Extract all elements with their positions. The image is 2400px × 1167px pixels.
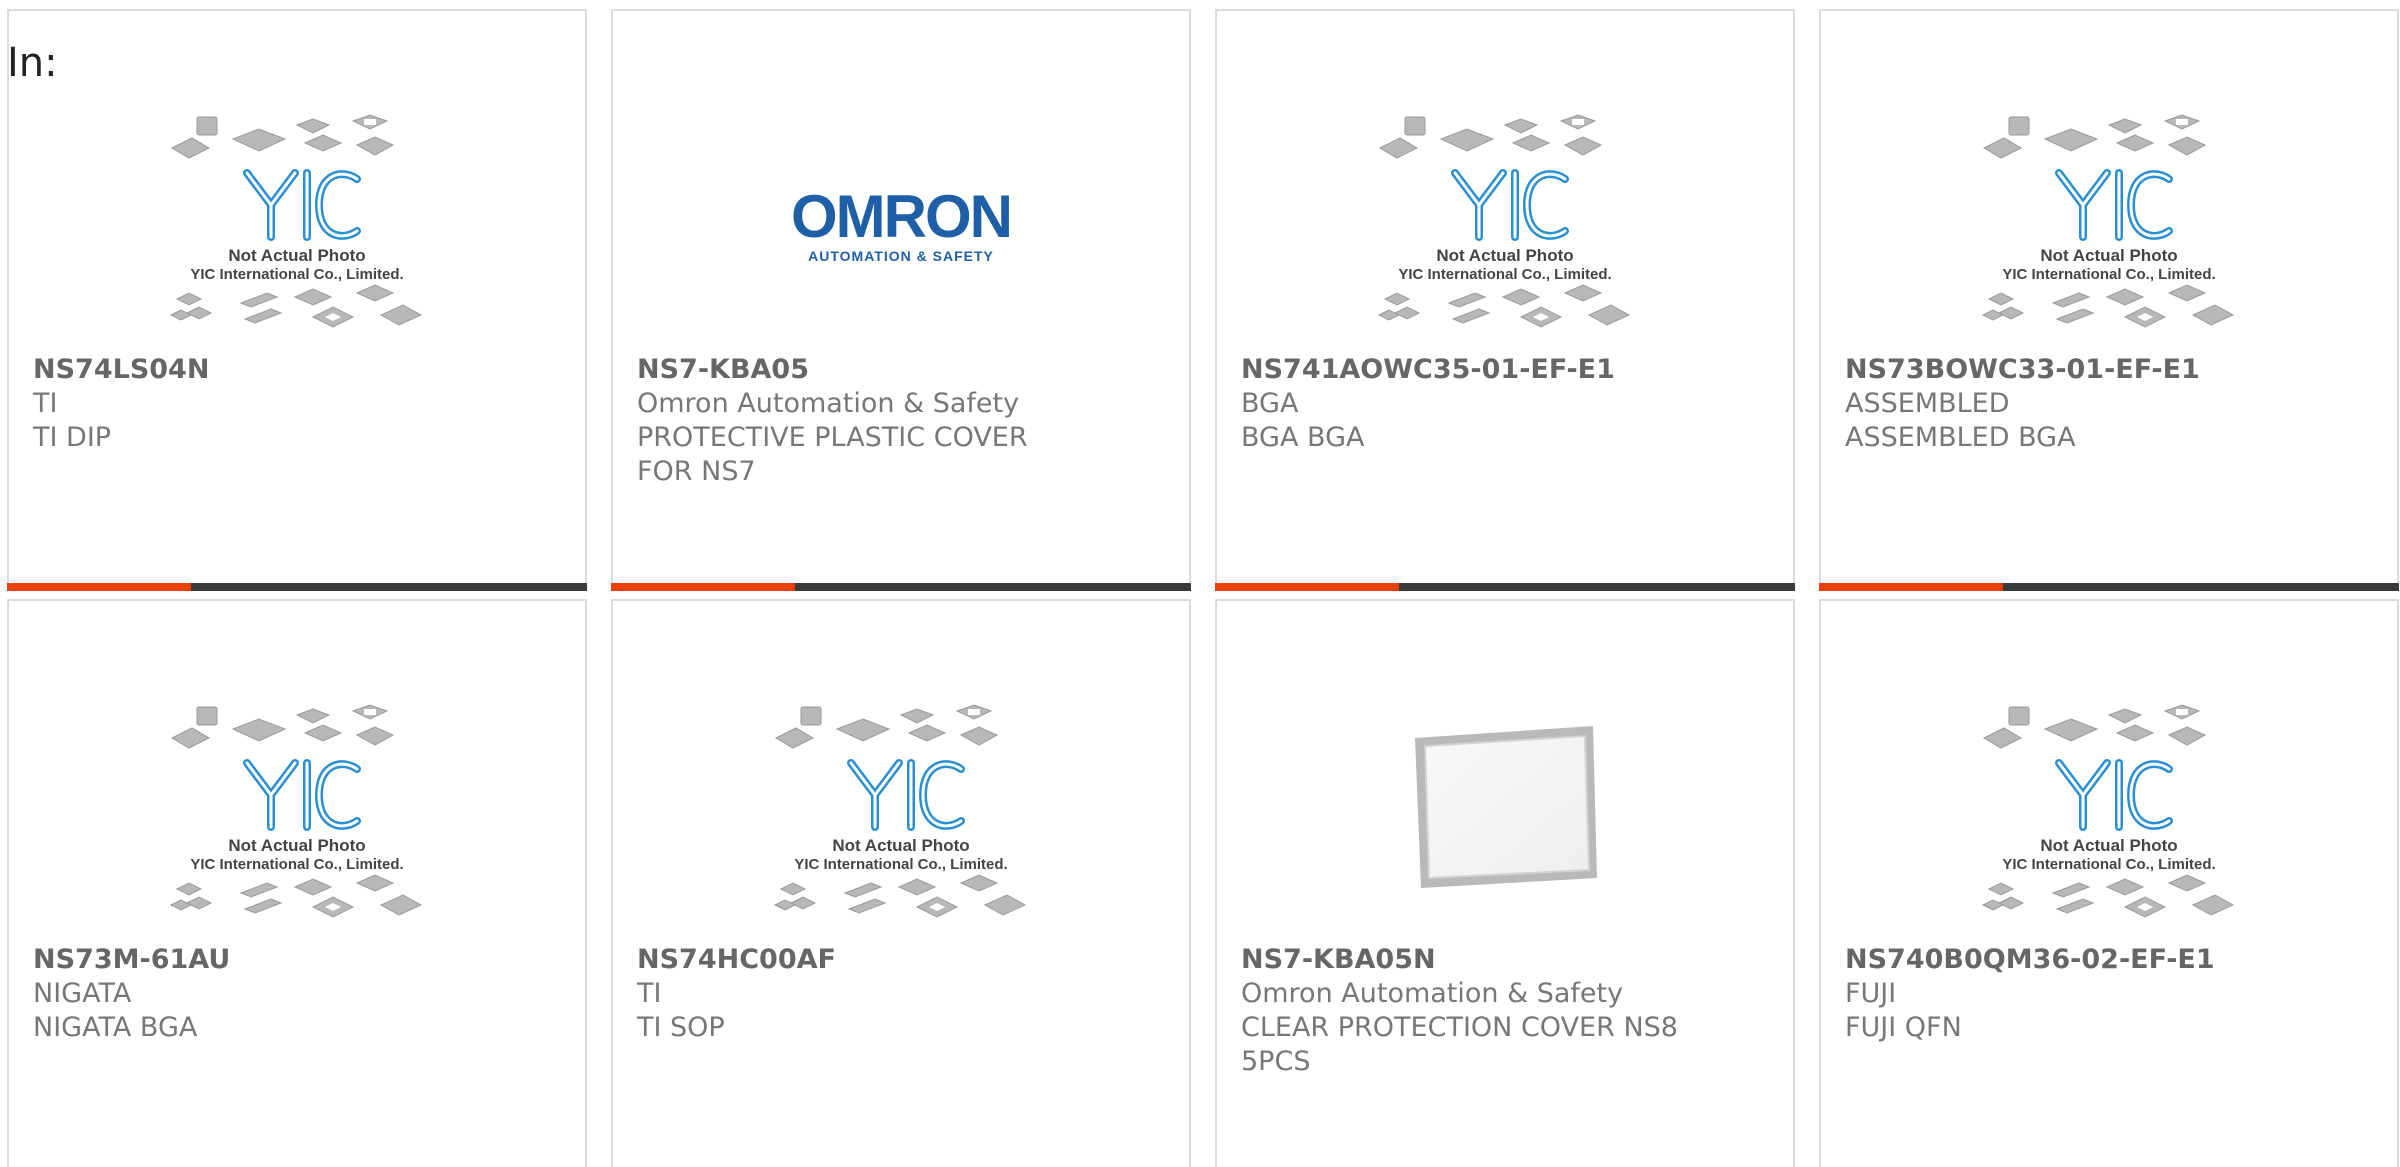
product-image[interactable]: Not Actual Photo YIC International Co., …: [613, 681, 1189, 951]
product-image[interactable]: Not Actual Photo YIC International Co., …: [1821, 91, 2397, 361]
card-accent-stripe: [1819, 583, 2003, 591]
not-actual-photo-caption: Not Actual Photo: [228, 836, 365, 855]
product-part-number[interactable]: NS7-KBA05N: [1241, 942, 1769, 977]
yic-logo-icon: [847, 759, 965, 831]
product-detail-line: Omron Automation & Safety: [637, 388, 1020, 419]
company-caption: YIC International Co., Limited.: [2002, 266, 2215, 283]
product-card[interactable]: Not Actual Photo YIC International Co., …: [1819, 599, 2399, 1167]
not-actual-photo-caption: Not Actual Photo: [1436, 246, 1573, 265]
yic-logo-icon: [243, 759, 361, 831]
yic-placeholder-image: Not Actual Photo YIC International Co., …: [1981, 704, 2235, 918]
product-info: NS740B0QM36-02-EF-E1 FUJI FUJI QFN: [1845, 942, 2373, 1045]
yic-placeholder-image: Not Actual Photo YIC International Co., …: [1981, 114, 2235, 328]
yic-placeholder-image: Not Actual Photo YIC International Co., …: [773, 704, 1027, 918]
product-detail-line: CLEAR PROTECTION COVER NS8: [1241, 1012, 1678, 1043]
company-caption: YIC International Co., Limited.: [1398, 266, 1611, 283]
not-actual-photo-caption: Not Actual Photo: [832, 836, 969, 855]
clear-cover-photo: [1415, 726, 1597, 888]
product-info: NS74HC00AF TI TI SOP: [637, 942, 1165, 1045]
product-part-number[interactable]: NS7-KBA05: [637, 352, 1165, 387]
product-detail-line: ASSEMBLED: [1845, 388, 2010, 419]
product-part-number[interactable]: NS741AOWC35-01-EF-E1: [1241, 352, 1769, 387]
product-detail-line: PROTECTIVE PLASTIC COVER: [637, 422, 1028, 453]
product-part-number[interactable]: NS74HC00AF: [637, 942, 1165, 977]
card-bottom-bar: [7, 583, 587, 591]
product-info: NS74LS04N TI TI DIP: [33, 352, 561, 455]
yic-logo-icon: [2055, 169, 2173, 241]
product-info: NS7-KBA05 Omron Automation & Safety PROTEC…: [637, 352, 1165, 489]
product-card[interactable]: Not Actual Photo YIC International Co., …: [1215, 9, 1795, 591]
omron-logo-wordmark: OMRON: [791, 183, 1011, 250]
product-card[interactable]: NS7-KBA05N Omron Automation & Safety CLEAR…: [1215, 599, 1795, 1167]
product-image[interactable]: Not Actual Photo YIC International Co., …: [9, 91, 585, 361]
product-card[interactable]: Not Actual Photo YIC International Co., …: [7, 599, 587, 1167]
product-detail-line: FUJI QFN: [1845, 1012, 1962, 1043]
product-detail-line: BGA BGA: [1241, 422, 1365, 453]
product-info: NS73BOWC33-01-EF-E1 ASSEMBLED ASSEMBLED BG…: [1845, 352, 2373, 455]
product-image[interactable]: [1217, 681, 1793, 951]
card-accent-stripe: [611, 583, 795, 591]
product-detail-line: NIGATA: [33, 978, 132, 1009]
omron-logo-tagline: AUTOMATION & SAFETY: [808, 248, 994, 264]
product-detail-line: 5PCS: [1241, 1046, 1311, 1077]
card-accent-stripe: [7, 583, 191, 591]
product-image[interactable]: OMRON AUTOMATION & SAFETY: [613, 91, 1189, 361]
product-info: NS73M-61AU NIGATA NIGATA BGA: [33, 942, 561, 1045]
card-bottom-bar: [611, 583, 1191, 591]
yic-logo-icon: [2055, 759, 2173, 831]
product-card[interactable]: Not Actual Photo YIC International Co., …: [7, 9, 587, 591]
product-detail-line: ASSEMBLED BGA: [1845, 422, 2076, 453]
product-detail-line: TI: [33, 388, 58, 419]
product-part-number[interactable]: NS73BOWC33-01-EF-E1: [1845, 352, 2373, 387]
product-detail-line: FOR NS7: [637, 456, 756, 487]
product-info: NS7-KBA05N Omron Automation & Safety CLEAR…: [1241, 942, 1769, 1079]
product-detail-line: TI SOP: [637, 1012, 725, 1043]
company-caption: YIC International Co., Limited.: [190, 266, 403, 283]
company-caption: YIC International Co., Limited.: [2002, 856, 2215, 873]
product-detail-line: NIGATA BGA: [33, 1012, 198, 1043]
product-detail-line: TI: [637, 978, 662, 1009]
product-card[interactable]: Not Actual Photo YIC International Co., …: [1819, 9, 2399, 591]
product-card[interactable]: OMRON AUTOMATION & SAFETY NS7-KBA05 Omron…: [611, 9, 1191, 591]
card-bottom-bar: [1215, 583, 1795, 591]
company-caption: YIC International Co., Limited.: [190, 856, 403, 873]
product-info: NS741AOWC35-01-EF-E1 BGA BGA BGA: [1241, 352, 1769, 455]
product-detail-line: BGA: [1241, 388, 1299, 419]
not-actual-photo-caption: Not Actual Photo: [228, 246, 365, 265]
product-part-number[interactable]: NS73M-61AU: [33, 942, 561, 977]
product-detail-line: FUJI: [1845, 978, 1897, 1009]
yic-placeholder-image: Not Actual Photo YIC International Co., …: [1377, 114, 1631, 328]
not-actual-photo-caption: Not Actual Photo: [2040, 836, 2177, 855]
not-actual-photo-caption: Not Actual Photo: [2040, 246, 2177, 265]
page: In: Not Actual Photo YIC International C…: [0, 0, 2400, 1167]
product-part-number[interactable]: NS74LS04N: [33, 352, 561, 387]
filter-label: In:: [7, 40, 58, 86]
product-detail-line: TI DIP: [33, 422, 112, 453]
product-image[interactable]: Not Actual Photo YIC International Co., …: [1821, 681, 2397, 951]
yic-logo-icon: [1451, 169, 1569, 241]
yic-logo-icon: [243, 169, 361, 241]
card-bottom-bar: [1819, 583, 2399, 591]
product-card[interactable]: Not Actual Photo YIC International Co., …: [611, 599, 1191, 1167]
product-detail-line: Omron Automation & Safety: [1241, 978, 1624, 1009]
product-image[interactable]: Not Actual Photo YIC International Co., …: [9, 681, 585, 951]
yic-placeholder-image: Not Actual Photo YIC International Co., …: [169, 704, 423, 918]
product-part-number[interactable]: NS740B0QM36-02-EF-E1: [1845, 942, 2373, 977]
product-image[interactable]: Not Actual Photo YIC International Co., …: [1217, 91, 1793, 361]
yic-placeholder-image: Not Actual Photo YIC International Co., …: [169, 114, 423, 328]
omron-logo-image: OMRON AUTOMATION & SAFETY: [791, 183, 1013, 264]
product-grid: Not Actual Photo YIC International Co., …: [7, 9, 2399, 1167]
card-accent-stripe: [1215, 583, 1399, 591]
company-caption: YIC International Co., Limited.: [794, 856, 1007, 873]
